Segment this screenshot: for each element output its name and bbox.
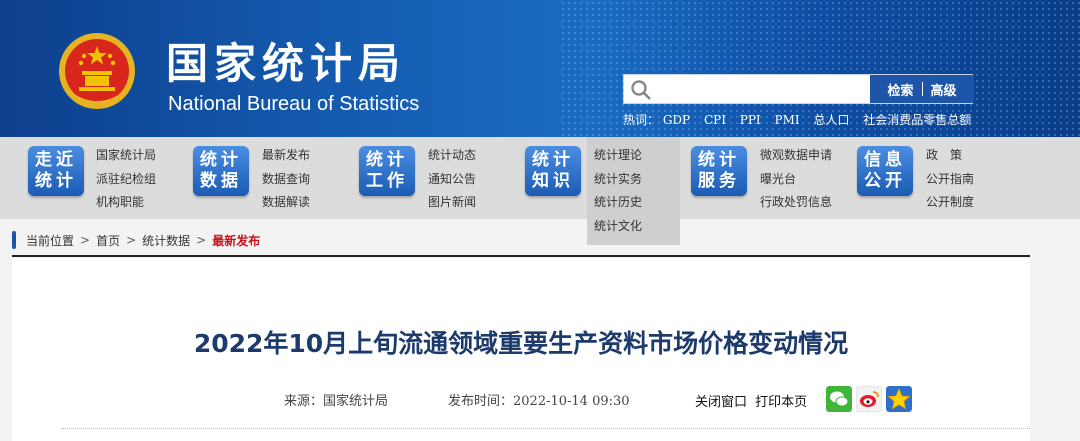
print-page-link[interactable]: 打印本页	[755, 395, 807, 410]
nav-links: 政 策 公开指南 公开制度	[926, 144, 974, 215]
nav-link[interactable]: 通知公告	[428, 168, 476, 192]
nav-link[interactable]: 机构职能	[96, 191, 156, 215]
breadcrumb-label: 当前位置	[26, 233, 75, 248]
nav-link[interactable]: 行政处罚信息	[760, 191, 832, 215]
nav-link[interactable]: 最新发布	[262, 144, 310, 168]
chevron-right-icon: >	[196, 233, 207, 247]
chevron-right-icon: >	[80, 233, 91, 247]
article-publish-time: 发布时间：2022-10-14 09:30	[448, 394, 630, 409]
nav-group-about: 走近 统计 国家统计局 派驻纪检组 机构职能	[0, 137, 170, 219]
nav-badge-service[interactable]: 统计 服务	[691, 146, 747, 196]
nav-badge-knowledge[interactable]: 统计 知识	[525, 146, 581, 196]
nav-badge-label: 统计 工作	[366, 150, 408, 191]
hot-word-link[interactable]: GDP	[663, 113, 690, 127]
hot-word-link[interactable]: 总人口	[813, 113, 849, 127]
nav-group-knowledge: 统计 知识 统计理论 统计实务 统计历史 统计文化	[497, 137, 682, 233]
breadcrumb: 当前位置 > 首页 > 统计数据 > 最新发布	[12, 228, 260, 252]
hot-word-link[interactable]: PMI	[775, 113, 800, 127]
weibo-icon[interactable]	[856, 386, 882, 412]
nav-badge-label: 统计 知识	[532, 150, 574, 191]
divider	[62, 428, 1030, 429]
nav-badge-label: 统计 数据	[200, 150, 242, 191]
site-subtitle: National Bureau of Statistics	[168, 93, 420, 115]
hot-words: 热词： GDP CPI PPI PMI 总人口 社会消费品零售总额	[623, 111, 981, 128]
divider	[921, 82, 923, 96]
nav-link[interactable]: 微观数据申请	[760, 144, 832, 168]
nav-badge-disclosure[interactable]: 信息 公开	[857, 146, 913, 196]
favorite-star-icon[interactable]	[886, 386, 912, 412]
national-emblem-icon	[59, 33, 135, 109]
nav-badge-label: 信息 公开	[864, 150, 906, 191]
nav-group-data: 统计 数据 最新发布 数据查询 数据解读	[165, 137, 335, 219]
nav-link[interactable]: 派驻纪检组	[96, 168, 156, 192]
nav-links: 统计动态 通知公告 图片新闻	[428, 144, 476, 215]
search-buttons: 检索 高级	[870, 75, 974, 103]
breadcrumb-link[interactable]: 首页	[96, 232, 120, 249]
nav-link[interactable]: 统计实务	[594, 168, 642, 192]
nav-badge-label: 统计 服务	[698, 150, 740, 191]
nav-link[interactable]: 公开制度	[926, 191, 974, 215]
nav-group-work: 统计 工作 统计动态 通知公告 图片新闻	[331, 137, 501, 219]
nav-link[interactable]: 政 策	[926, 144, 974, 168]
nav-badge-work[interactable]: 统计 工作	[359, 146, 415, 196]
nav-link[interactable]: 统计理论	[594, 144, 642, 168]
hot-word-link[interactable]: PPI	[740, 113, 761, 127]
article-actions: 关闭窗口 打印本页	[695, 391, 807, 410]
nav-links: 最新发布 数据查询 数据解读	[262, 144, 310, 215]
divider	[12, 255, 1030, 257]
nav-badge-data[interactable]: 统计 数据	[193, 146, 249, 196]
nav-group-service: 统计 服务 微观数据申请 曝光台 行政处罚信息	[663, 137, 843, 219]
nav-link[interactable]: 国家统计局	[96, 144, 156, 168]
nav-link[interactable]: 数据解读	[262, 191, 310, 215]
nav-badge-about[interactable]: 走近 统计	[28, 146, 84, 196]
article-panel: 2022年10月上旬流通领域重要生产资料市场价格变动情况 来源：国家统计局 发布…	[12, 258, 1030, 441]
breadcrumb-marker	[12, 231, 16, 249]
wechat-icon[interactable]	[826, 386, 852, 412]
search-icon	[631, 80, 651, 100]
nav-link[interactable]: 公开指南	[926, 168, 974, 192]
article-title: 2022年10月上旬流通领域重要生产资料市场价格变动情况	[193, 329, 849, 358]
chevron-right-icon: >	[126, 233, 137, 247]
nav-link[interactable]: 数据查询	[262, 168, 310, 192]
hot-words-label: 热词：	[623, 113, 660, 127]
breadcrumb-link[interactable]: 统计数据	[142, 232, 190, 249]
nav-link[interactable]: 图片新闻	[428, 191, 476, 215]
nav-link[interactable]: 统计历史	[594, 191, 642, 215]
nav-links: 微观数据申请 曝光台 行政处罚信息	[760, 144, 832, 215]
nav-links: 统计理论 统计实务 统计历史 统计文化	[594, 144, 642, 238]
article-source: 来源：国家统计局	[284, 394, 389, 409]
search-input[interactable]	[660, 75, 865, 103]
advanced-search-button[interactable]: 高级	[931, 80, 957, 99]
nav-link[interactable]: 曝光台	[760, 168, 832, 192]
nav-group-disclosure: 信息 公开 政 策 公开指南 公开制度	[829, 137, 1009, 219]
close-window-link[interactable]: 关闭窗口	[695, 395, 747, 410]
search-button[interactable]: 检索	[887, 80, 913, 99]
hot-word-link[interactable]: 社会消费品零售总额	[863, 113, 971, 127]
site-title: 国家统计局	[166, 39, 407, 88]
nav-links: 国家统计局 派驻纪检组 机构职能	[96, 144, 156, 215]
breadcrumb-current[interactable]: 最新发布	[212, 232, 260, 249]
search-box: 检索 高级	[623, 74, 974, 104]
hot-word-link[interactable]: CPI	[704, 113, 726, 127]
nav-link[interactable]: 统计动态	[428, 144, 476, 168]
nav-badge-label: 走近 统计	[35, 150, 77, 191]
nav-link[interactable]: 统计文化	[594, 215, 642, 239]
site-header: 国家统计局 National Bureau of Statistics 检索 高…	[0, 0, 1080, 137]
